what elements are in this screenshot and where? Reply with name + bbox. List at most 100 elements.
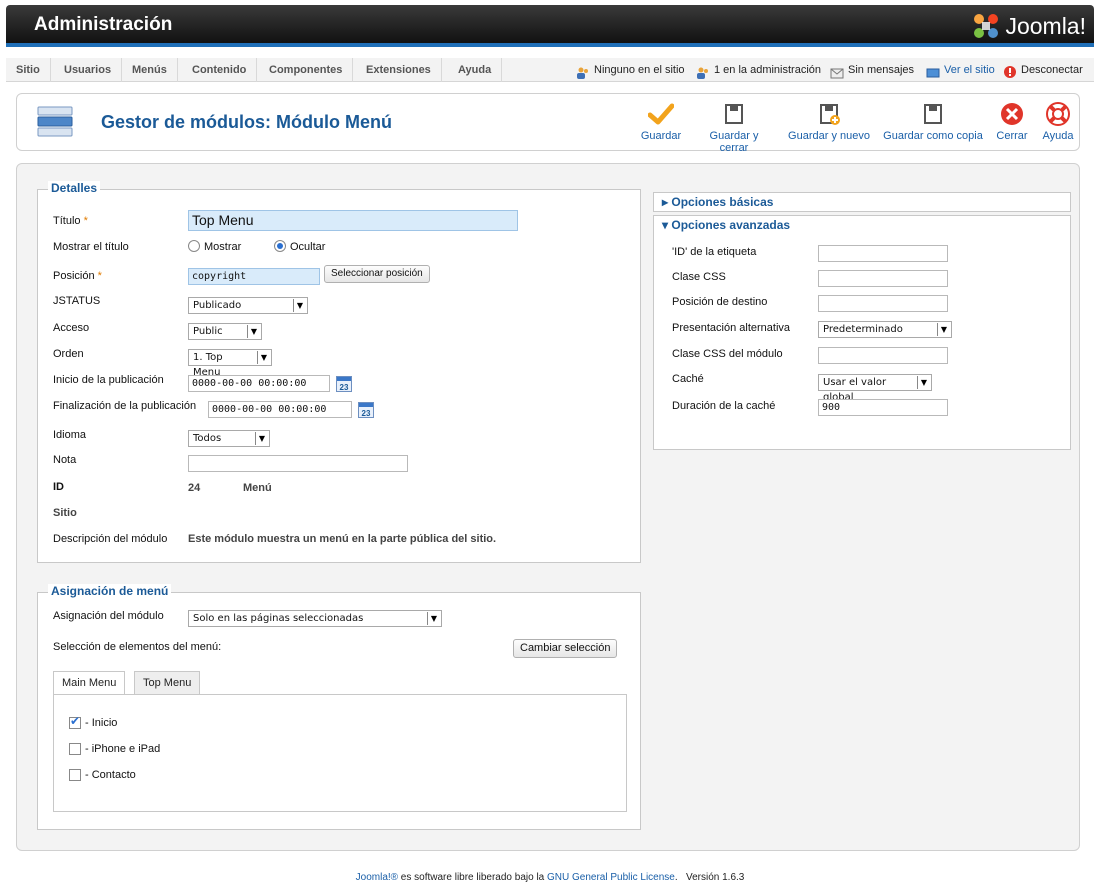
select-position-button[interactable]: Seleccionar posición [324,265,430,283]
publish-end-label: Finalización de la publicación [53,400,197,412]
joomla-logo-icon [971,11,1001,41]
lifebuoy-icon [1045,102,1071,126]
layout-select[interactable]: Predeterminado ▼ [818,321,952,338]
view-site-link[interactable]: Ver el sitio [926,58,995,82]
menu-ayuda[interactable]: Ayuda [448,58,503,82]
close-button[interactable]: Cerrar [995,102,1029,142]
description-value: Este módulo muestra un menú en la parte … [188,533,497,545]
hide-title-radio[interactable] [274,240,286,252]
show-title-option-label: Mostrar [204,241,242,253]
publish-start-input[interactable]: 0000-00-00 00:00:00 [188,375,330,392]
module-type: Menú [243,482,272,494]
save-new-icon [816,102,842,126]
save-copy-icon [920,102,946,126]
save-new-button[interactable]: Guardar y nuevo [787,102,871,142]
version-label: Versión 1.6.3 [685,872,745,883]
mail-icon [830,64,844,79]
monitor-icon [926,64,940,78]
users-icon [696,64,710,79]
menu-selection-label: Selección de elementos del menú: [53,641,222,653]
status-admin-users: 1 en la administración [696,58,821,82]
joomla-logo[interactable]: Joomla! [971,11,1086,41]
menu-item-checkbox[interactable] [69,769,81,781]
status-messages[interactable]: Sin mensajes [830,58,914,82]
note-input[interactable] [188,455,408,472]
access-select[interactable]: Public ▼ [188,323,262,340]
chevron-down-icon: ▼ [917,376,930,389]
logout-icon [1003,64,1017,78]
chevron-down-icon: ▼ [247,325,260,338]
toggle-selection-button[interactable]: Cambiar selección [513,639,618,658]
close-icon [999,102,1025,126]
title-input[interactable]: Top Menu [188,210,518,231]
target-position-input[interactable] [818,295,948,312]
menu-sitio[interactable]: Sitio [6,58,51,82]
module-class-input[interactable] [818,347,948,364]
save-copy-button[interactable]: Guardar como copia [883,102,983,142]
menu-item-checkbox[interactable] [69,714,81,729]
admin-title: Administración [34,14,173,35]
css-class-label: Clase CSS [672,271,726,283]
basic-options-header[interactable]: ▸ Opciones básicas [653,192,1071,212]
id-label: ID [53,481,64,493]
order-label: Orden [53,348,84,360]
users-icon [576,64,590,79]
joomla-link[interactable]: Joomla!® [356,872,398,883]
chevron-down-icon: ▼ [255,432,268,445]
layout-label: Presentación alternativa [672,322,791,334]
menu-contenido[interactable]: Contenido [182,58,258,82]
details-legend: Detalles [48,181,101,195]
calendar-icon[interactable]: 23 [336,376,352,392]
description-label: Descripción del módulo [53,533,168,545]
chevron-down-icon: ▼ [257,351,270,364]
tag-id-label: 'ID' de la etiqueta [672,246,757,258]
module-manager-icon [37,106,73,138]
show-title-radio[interactable] [188,240,200,252]
language-select[interactable]: Todos ▼ [188,430,270,447]
publish-start-label: Inicio de la publicación [53,374,164,386]
show-title-label: Mostrar el título [53,241,129,253]
caret-right-icon: ▸ [662,195,669,209]
advanced-options-header[interactable]: ▾ Opciones avanzadas [653,215,1071,235]
status-site-users: Ninguno en el sitio [576,58,685,82]
check-icon [647,102,675,126]
menu-item-label: - Inicio [85,717,118,729]
status-select[interactable]: Publicado ▼ [188,297,308,314]
css-class-input[interactable] [818,270,948,287]
id-value: 24 [188,482,201,494]
cache-select[interactable]: Usar el valor global ▼ [818,374,932,403]
tab-main-menu[interactable]: Main Menu [53,671,126,694]
logout-link[interactable]: Desconectar [1003,58,1083,82]
save-button[interactable]: Guardar [639,102,683,142]
status-label: JSTATUS [53,295,101,307]
tab-top-menu[interactable]: Top Menu [134,671,201,694]
client-label: Sitio [53,507,77,519]
advanced-options-panel: 'ID' de la etiqueta Clase CSS Posición d… [653,234,1071,450]
admin-header: Administración Joomla! [6,5,1094,47]
tag-id-input[interactable] [818,245,948,262]
details-fieldset: Detalles Título * Top Menu Mostrar el tí… [37,181,641,563]
note-label: Nota [53,454,77,466]
menu-usuarios[interactable]: Usuarios [54,58,123,82]
menu-item-checkbox[interactable] [69,743,81,755]
position-label: Posición * [53,270,102,282]
menu-item-label: - Contacto [85,769,136,781]
menu-item-label: - iPhone e iPad [85,743,161,755]
order-select[interactable]: 1. Top Menu ▼ [188,349,272,378]
access-label: Acceso [53,322,90,334]
cache-time-input[interactable]: 900 [818,399,948,416]
module-assignment-select[interactable]: Solo en las páginas seleccionadas ▼ [188,610,442,627]
save-close-button[interactable]: Guardar y cerrar [694,102,774,154]
help-button[interactable]: Ayuda [1041,102,1075,142]
license-link[interactable]: GNU General Public License [547,872,675,883]
hide-title-option-label: Ocultar [290,241,326,253]
cache-time-label: Duración de la caché [672,400,776,412]
chevron-down-icon: ▼ [293,299,306,312]
calendar-icon[interactable]: 23 [358,402,374,418]
menu-componentes[interactable]: Componentes [259,58,354,82]
menu-extensiones[interactable]: Extensiones [356,58,442,82]
publish-end-input[interactable]: 0000-00-00 00:00:00 [208,401,352,418]
menu-menus[interactable]: Menús [122,58,178,82]
position-input[interactable]: copyright [188,268,320,285]
title-label: Título * [53,215,88,227]
